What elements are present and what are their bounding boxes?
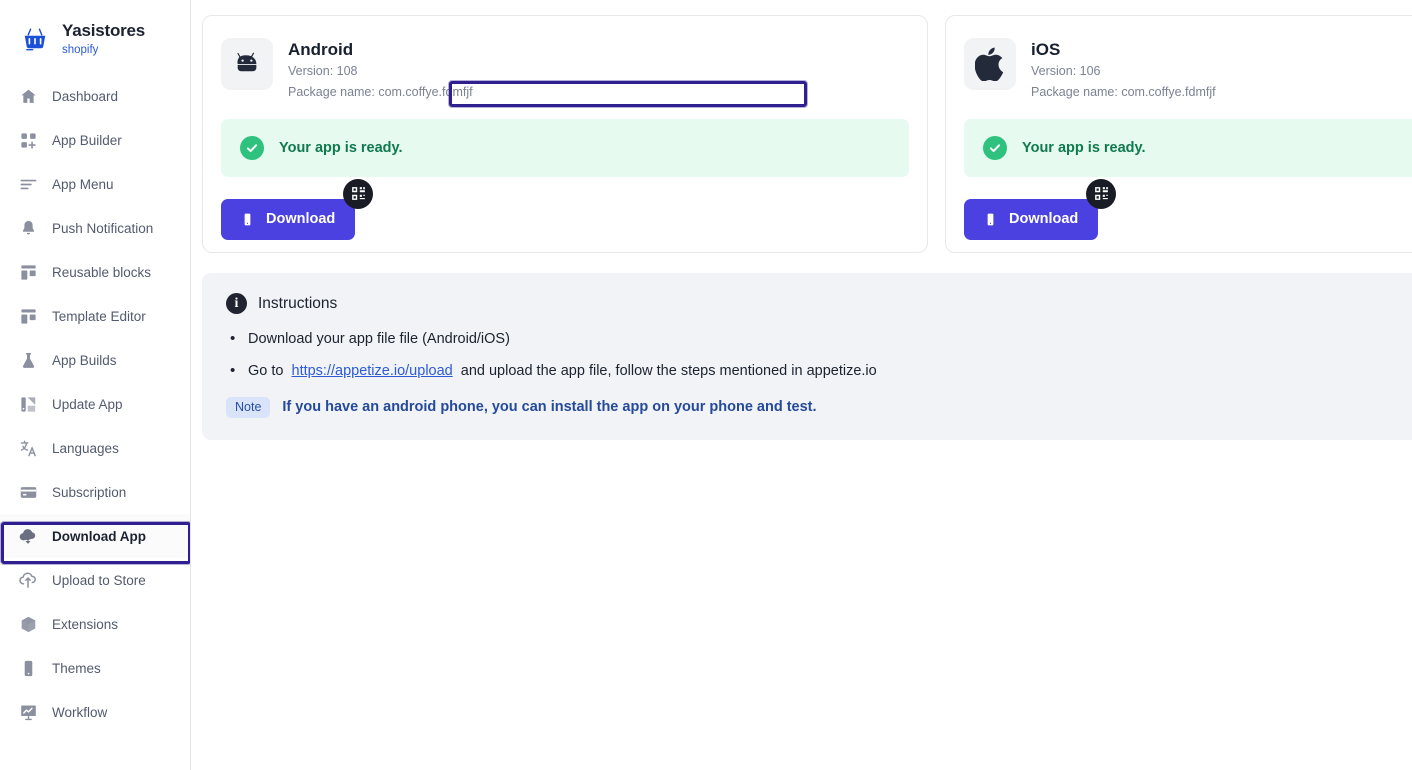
sidebar-item-label: Themes — [52, 660, 101, 676]
android-download-wrap: Download — [221, 178, 374, 240]
sidebar-item-label: Update App — [52, 396, 123, 412]
android-version: Version: 108 — [288, 64, 358, 79]
cube-icon — [18, 614, 38, 634]
sidebar-item-workflow[interactable]: Workflow — [0, 690, 190, 734]
sidebar-item-label: Reusable blocks — [52, 264, 152, 280]
mobile-icon — [983, 212, 998, 227]
note-badge: Note — [226, 397, 271, 418]
ios-platform-name: iOS — [1031, 40, 1061, 59]
grid-plus-icon — [18, 130, 38, 150]
instruction-text: Download your app file file (Android/iOS… — [248, 331, 510, 347]
sidebar-item-extensions[interactable]: Extensions — [0, 602, 190, 646]
brand[interactable]: Yasistores shopify — [0, 0, 190, 74]
android-status-text: Your app is ready. — [279, 139, 403, 156]
android-download-button[interactable]: Download — [221, 198, 356, 240]
ios-status-banner: Your app is ready. — [964, 118, 1412, 177]
qr-code-icon[interactable] — [1086, 178, 1117, 209]
apple-icon — [964, 38, 1016, 90]
platform-cards-row: Android Version: 108 Package name: com.c… — [202, 15, 1412, 253]
info-icon: i — [226, 293, 247, 314]
sidebar-item-label: Dashboard — [52, 88, 119, 104]
home-icon — [18, 86, 38, 106]
instructions-header: i Instructions — [226, 293, 1412, 314]
sidebar-item-themes[interactable]: Themes — [0, 646, 190, 690]
sidebar-item-label: Languages — [52, 440, 119, 456]
ios-package-name: Package name: com.coffye.fdmfjf — [1031, 85, 1216, 99]
android-status-banner: Your app is ready. — [221, 118, 909, 177]
sidebar-item-app-builds[interactable]: App Builds — [0, 338, 190, 382]
sidebar-item-languages[interactable]: Languages — [0, 426, 190, 470]
android-download-label: Download — [266, 211, 336, 228]
cloud-download-icon — [18, 526, 38, 546]
note-text: If you have an android phone, you can in… — [282, 399, 817, 416]
instructions-panel: i Instructions Download your app file fi… — [202, 273, 1412, 440]
sidebar-item-label: App Builds — [52, 352, 117, 368]
brand-platform: shopify — [62, 43, 99, 56]
sidebar-item-label: App Menu — [52, 176, 114, 192]
sidebar-item-subscription[interactable]: Subscription — [0, 470, 190, 514]
android-icon — [221, 38, 273, 90]
flask-icon — [18, 350, 38, 370]
sidebar-item-template-editor[interactable]: Template Editor — [0, 294, 190, 338]
credit-card-icon — [18, 482, 38, 502]
android-package-name: Package name: com.coffye.fdmfjf — [288, 85, 473, 99]
phone-icon — [18, 658, 38, 678]
brand-name: Yasistores — [62, 21, 146, 40]
sidebar-item-label: Template Editor — [52, 308, 146, 324]
note-row: Note If you have an android phone, you c… — [226, 397, 1412, 418]
sidebar-item-app-menu[interactable]: App Menu — [0, 162, 190, 206]
update-chart-icon — [18, 394, 38, 414]
ios-status-text: Your app is ready. — [1022, 139, 1146, 156]
ios-download-label: Download — [1009, 211, 1079, 228]
instructions-title: Instructions — [258, 294, 338, 312]
qr-code-icon[interactable] — [343, 178, 374, 209]
translate-icon — [18, 438, 38, 458]
sidebar-item-label: App Builder — [52, 132, 122, 148]
sidebar-item-push-notification[interactable]: Push Notification — [0, 206, 190, 250]
workflow-chart-icon — [18, 702, 38, 722]
instruction-item-2: Go to https://appetize.io/upload and upl… — [226, 360, 1412, 382]
ios-download-button[interactable]: Download — [964, 198, 1099, 240]
check-circle-icon — [240, 135, 264, 160]
instruction-text-before: Go to — [248, 363, 284, 380]
android-card: Android Version: 108 Package name: com.c… — [202, 15, 928, 253]
blocks-icon — [18, 262, 38, 282]
ios-version: Version: 106 — [1031, 64, 1101, 79]
sidebar-item-label: Push Notification — [52, 220, 154, 236]
sidebar-nav: Dashboard App Builder App Menu Push Noti… — [0, 74, 190, 734]
sidebar-item-label: Subscription — [52, 484, 127, 500]
ios-download-wrap: Download — [964, 178, 1117, 240]
sidebar-item-update-app[interactable]: Update App — [0, 382, 190, 426]
sidebar-item-dashboard[interactable]: Dashboard — [0, 74, 190, 118]
main-content: Android Version: 108 Package name: com.c… — [191, 0, 1412, 770]
appetize-upload-link[interactable]: https://appetize.io/upload — [292, 363, 453, 379]
android-platform-name: Android — [288, 40, 354, 59]
bell-icon — [18, 218, 38, 238]
sidebar: Yasistores shopify Dashboard App Builder… — [0, 0, 191, 770]
android-meta: Android Version: 108 Package name: com.c… — [288, 38, 473, 102]
menu-lines-icon — [18, 174, 38, 194]
sidebar-item-upload-to-store[interactable]: Upload to Store — [0, 558, 190, 602]
sidebar-item-download-app[interactable]: Download App — [0, 514, 190, 559]
ios-card-header: iOS Version: 106 Package name: com.coffy… — [964, 38, 1412, 102]
check-circle-icon — [983, 135, 1007, 160]
instructions-list: Download your app file file (Android/iOS… — [226, 328, 1412, 382]
sidebar-item-reusable-blocks[interactable]: Reusable blocks — [0, 250, 190, 294]
app-root: Yasistores shopify Dashboard App Builder… — [0, 0, 1412, 770]
sidebar-item-app-builder[interactable]: App Builder — [0, 118, 190, 162]
instruction-item-1: Download your app file file (Android/iOS… — [226, 328, 1412, 350]
cloud-upload-icon — [18, 570, 38, 590]
mobile-icon — [240, 212, 255, 227]
ios-meta: iOS Version: 106 Package name: com.coffy… — [1031, 38, 1216, 102]
instruction-text-after: and upload the app file, follow the step… — [460, 363, 877, 380]
ios-card: iOS Version: 106 Package name: com.coffy… — [945, 15, 1412, 253]
sidebar-item-label: Extensions — [52, 616, 119, 632]
shopping-basket-icon — [20, 24, 50, 54]
sidebar-item-label: Workflow — [52, 704, 108, 720]
android-card-header: Android Version: 108 Package name: com.c… — [221, 38, 909, 102]
sidebar-item-label: Upload to Store — [52, 572, 146, 588]
sidebar-item-label: Download App — [52, 528, 146, 544]
layout-icon — [18, 306, 38, 326]
